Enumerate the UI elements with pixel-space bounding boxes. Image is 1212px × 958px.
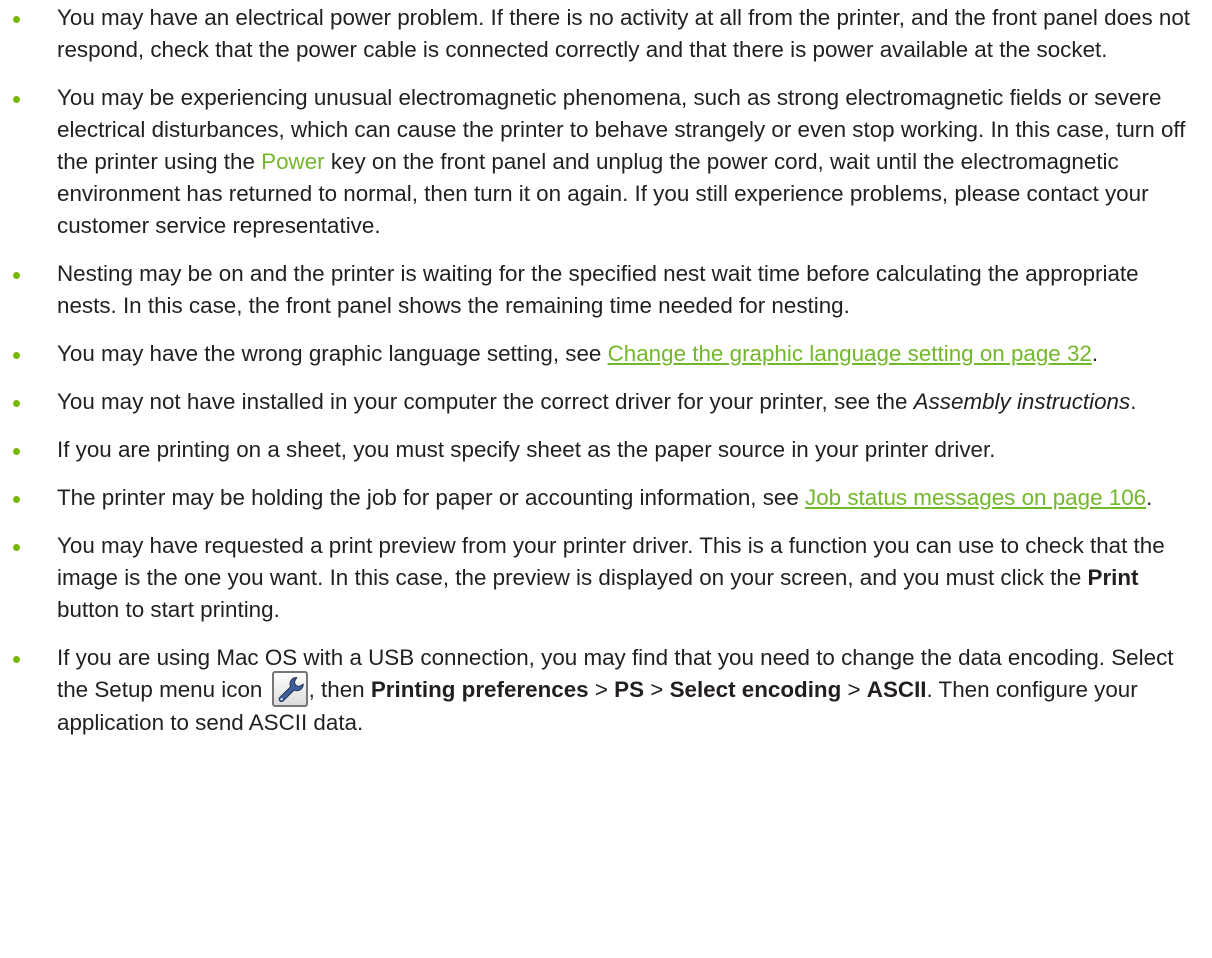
bullet-dot (13, 496, 20, 503)
list-item-driver: You may not have installed in your compu… (0, 386, 1212, 418)
assembly-instructions-ref: Assembly instructions (913, 389, 1131, 414)
wrench-icon (271, 671, 308, 708)
bullet-dot (13, 656, 20, 663)
item-text: You may have the wrong graphic language … (57, 341, 608, 366)
list-item-electromagnetic: You may be experiencing unusual electrom… (0, 82, 1212, 242)
bullet-dot (13, 96, 20, 103)
menu-step-ps: PS (614, 677, 645, 702)
bullet-dot (13, 448, 20, 455)
item-text: You may not have installed in your compu… (57, 389, 914, 414)
menu-step-select-encoding: Select encoding (669, 677, 842, 702)
bullet-dot (13, 16, 20, 23)
item-text: You may have requested a print preview f… (57, 533, 1165, 590)
power-key-label: Power (261, 149, 325, 174)
item-text: . (1091, 341, 1099, 366)
menu-separator: > (588, 677, 615, 702)
bullet-dot (13, 272, 20, 279)
item-text: button to start printing. (57, 597, 280, 622)
item-text: Nesting may be on and the printer is wai… (57, 261, 1139, 318)
menu-step-printing-preferences: Printing preferences (370, 677, 589, 702)
job-status-link[interactable]: Job status messages on page 106 (805, 485, 1146, 510)
print-button-ref: Print (1087, 565, 1139, 590)
menu-separator: > (644, 677, 670, 702)
item-text: . (1130, 389, 1137, 414)
graphic-language-link[interactable]: Change the graphic language setting on p… (608, 341, 1092, 366)
troubleshooting-list: You may have an electrical power problem… (0, 2, 1212, 755)
list-item-print-preview: You may have requested a print preview f… (0, 530, 1212, 626)
item-text: , then (308, 677, 371, 702)
list-item-nesting: Nesting may be on and the printer is wai… (0, 258, 1212, 322)
list-item-graphic-language: You may have the wrong graphic language … (0, 338, 1212, 370)
bullet-dot (13, 400, 20, 407)
document-page: You may have an electrical power problem… (0, 0, 1212, 958)
list-item-power-problem: You may have an electrical power problem… (0, 2, 1212, 66)
item-text: . (1146, 485, 1153, 510)
item-text: The printer may be holding the job for p… (57, 485, 806, 510)
menu-separator: > (841, 677, 867, 702)
list-item-job-hold: The printer may be holding the job for p… (0, 482, 1212, 514)
bullet-dot (13, 544, 20, 551)
item-text: If you are printing on a sheet, you must… (57, 437, 996, 462)
bullet-dot (13, 352, 20, 359)
item-text: You may have an electrical power problem… (57, 5, 1191, 62)
list-item-mac-encoding: If you are using Mac OS with a USB conne… (0, 642, 1212, 739)
list-item-sheet: If you are printing on a sheet, you must… (0, 434, 1212, 466)
menu-step-ascii: ASCII (866, 677, 927, 702)
